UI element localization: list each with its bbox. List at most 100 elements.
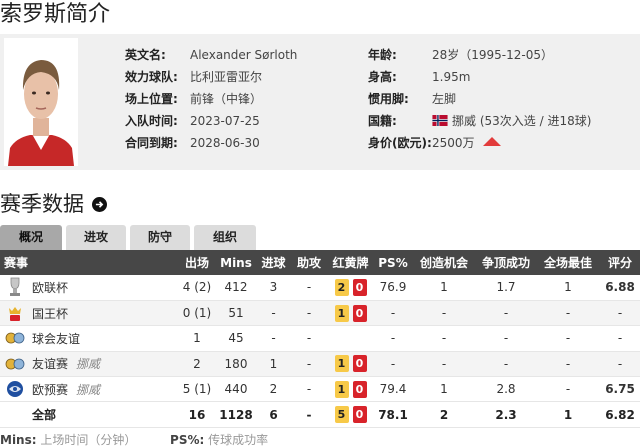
competition-name[interactable]: 欧预赛 bbox=[32, 381, 68, 398]
chances-cell: - bbox=[412, 351, 476, 378]
competition-name[interactable]: 球会友谊 bbox=[32, 330, 80, 347]
rating-cell: - bbox=[600, 325, 640, 352]
info-team: 效力球队: 比利亚雷亚尔 bbox=[125, 70, 263, 84]
rating-cell: - bbox=[600, 300, 640, 327]
apps-cell: 2 bbox=[178, 351, 216, 378]
aerial-cell: 2.3 bbox=[476, 401, 536, 428]
col-aerial[interactable]: 争顶成功 bbox=[476, 250, 536, 275]
motm-cell: 1 bbox=[536, 275, 600, 301]
col-rating[interactable]: 评分 bbox=[600, 250, 640, 275]
cards-cell: 10 bbox=[327, 300, 374, 327]
competition-cell[interactable]: 欧预赛 挪威 bbox=[0, 376, 178, 403]
pass-pct-cell: - bbox=[374, 300, 412, 327]
assists-cell: - bbox=[291, 275, 327, 301]
aerial-cell: - bbox=[476, 300, 536, 327]
competition-team-note: 挪威 bbox=[76, 357, 101, 372]
cards-cell: 20 bbox=[327, 275, 374, 301]
tab-overview[interactable]: 概况 bbox=[0, 225, 62, 250]
col-apps[interactable]: 出场 bbox=[178, 250, 216, 275]
yellow-card-count: 2 bbox=[334, 278, 349, 296]
table-row: 欧联杯 4 (2) 412 3-2 0 76.9 1 1.7 1 6.88 bbox=[0, 275, 640, 301]
competition-cell[interactable]: 欧联杯 bbox=[0, 275, 178, 301]
competition-name[interactable]: 全部 bbox=[32, 406, 56, 423]
competition-name[interactable]: 欧联杯 bbox=[32, 279, 68, 296]
chances-cell: - bbox=[412, 325, 476, 352]
apps-cell: 1 bbox=[178, 325, 216, 352]
euro-qualifiers-icon bbox=[4, 379, 26, 399]
apps-cell: 16 bbox=[178, 401, 216, 428]
mins-cell: 180 bbox=[216, 351, 256, 378]
competition-cell[interactable]: 国王杯 bbox=[0, 300, 178, 327]
red-card-count: 0 bbox=[352, 380, 367, 398]
rating-cell: 6.75 bbox=[600, 376, 640, 403]
yellow-card-count: 1 bbox=[334, 304, 349, 322]
red-card-count: 0 bbox=[352, 406, 367, 424]
assists-cell: - bbox=[291, 325, 327, 352]
goals-cell: - bbox=[256, 300, 291, 327]
competition-cell[interactable]: 友谊赛 挪威 bbox=[0, 351, 178, 378]
pass-pct-cell: 79.4 bbox=[374, 376, 412, 403]
table-row: 欧预赛 挪威 5 (1) 440 2-1 0 79.4 1 2.8-6.75 bbox=[0, 376, 640, 403]
red-card-count: 0 bbox=[352, 355, 367, 373]
apps-cell: 4 (2) bbox=[178, 275, 216, 301]
player-photo bbox=[4, 38, 78, 166]
value-up-arrow-icon bbox=[482, 137, 501, 146]
rating-cell: 6.82 bbox=[600, 401, 640, 428]
assists-cell: - bbox=[291, 351, 327, 378]
norway-flag-icon bbox=[432, 115, 448, 126]
col-assists[interactable]: 助攻 bbox=[291, 250, 327, 275]
season-stats-title: 赛季数据 bbox=[0, 190, 107, 218]
competition-cell[interactable]: 球会友谊 bbox=[0, 325, 178, 352]
pass-pct-cell: - bbox=[374, 325, 412, 352]
table-row: 球会友谊 1 45- - - - - - - bbox=[0, 325, 640, 352]
red-card-count: 0 bbox=[352, 304, 367, 322]
chances-cell: 1 bbox=[412, 376, 476, 403]
yellow-card-count: 1 bbox=[334, 380, 349, 398]
col-motm[interactable]: 全场最佳 bbox=[536, 250, 600, 275]
col-competition[interactable]: 赛事 bbox=[0, 250, 178, 275]
tab-organization[interactable]: 组织 bbox=[194, 225, 256, 250]
col-goals[interactable]: 进球 bbox=[256, 250, 291, 275]
aerial-cell: 1.7 bbox=[476, 275, 536, 301]
table-row: 国王杯 0 (1) 51- -1 0- - - - - bbox=[0, 300, 640, 327]
cards-cell: 50 bbox=[327, 401, 374, 428]
col-mins[interactable]: Mins bbox=[216, 250, 256, 275]
competition-cell[interactable]: 全部 bbox=[0, 401, 178, 428]
profile-info-right: 年龄: 28岁（1995-12-05） 身高: 1.95m 惯用脚: 左脚 国籍: 挪… bbox=[368, 44, 591, 154]
tab-attack[interactable]: 进攻 bbox=[66, 225, 126, 250]
mins-cell: 412 bbox=[216, 275, 256, 301]
goals-cell: 1 bbox=[256, 351, 291, 378]
col-cards[interactable]: 红黄牌 bbox=[327, 250, 374, 275]
player-profile: 英文名: Alexander Sørloth 效力球队: 比利亚雷亚尔 场上位置: 前… bbox=[0, 34, 640, 170]
info-age: 年龄: 28岁（1995-12-05） bbox=[368, 48, 554, 62]
info-preferred-foot: 惯用脚: 左脚 bbox=[368, 92, 457, 106]
info-join-date: 入队时间: 2023-07-25 bbox=[125, 114, 260, 128]
pass-pct-cell: 78.1 bbox=[374, 401, 412, 428]
profile-info-left: 英文名: Alexander Sørloth 效力球队: 比利亚雷亚尔 场上位置: 前… bbox=[125, 44, 297, 154]
tab-defense[interactable]: 防守 bbox=[130, 225, 190, 250]
cards-cell bbox=[327, 325, 374, 352]
friendly-icon bbox=[4, 354, 26, 374]
col-pass-pct[interactable]: PS% bbox=[374, 250, 412, 275]
goals-cell: 2 bbox=[256, 376, 291, 403]
goals-cell: - bbox=[256, 325, 291, 352]
mins-cell: 440 bbox=[216, 376, 256, 403]
page-title: 索罗斯简介 bbox=[0, 2, 111, 27]
info-nationality: 国籍: 挪威 (53次入选 / 进18球) bbox=[368, 114, 592, 128]
competition-name[interactable]: 友谊赛 bbox=[32, 355, 68, 372]
info-market-value: 身价(欧元): 2500万 bbox=[368, 132, 591, 154]
col-chances[interactable]: 创造机会 bbox=[412, 250, 476, 275]
arrow-right-icon[interactable] bbox=[92, 196, 107, 212]
competition-name[interactable]: 国王杯 bbox=[32, 305, 68, 322]
motm-cell: - bbox=[536, 325, 600, 352]
info-english-name: 英文名: Alexander Sørloth bbox=[125, 48, 298, 62]
stats-tabs: 概况 进攻 防守 组织 bbox=[0, 225, 260, 250]
assists-cell: - bbox=[291, 401, 327, 428]
assists-cell: - bbox=[291, 300, 327, 327]
goals-cell: 3 bbox=[256, 275, 291, 301]
apps-cell: 0 (1) bbox=[178, 300, 216, 327]
motm-cell: - bbox=[536, 351, 600, 378]
info-height: 身高: 1.95m bbox=[368, 70, 471, 84]
goals-cell: 6 bbox=[256, 401, 291, 428]
red-card-count: 0 bbox=[352, 278, 367, 296]
